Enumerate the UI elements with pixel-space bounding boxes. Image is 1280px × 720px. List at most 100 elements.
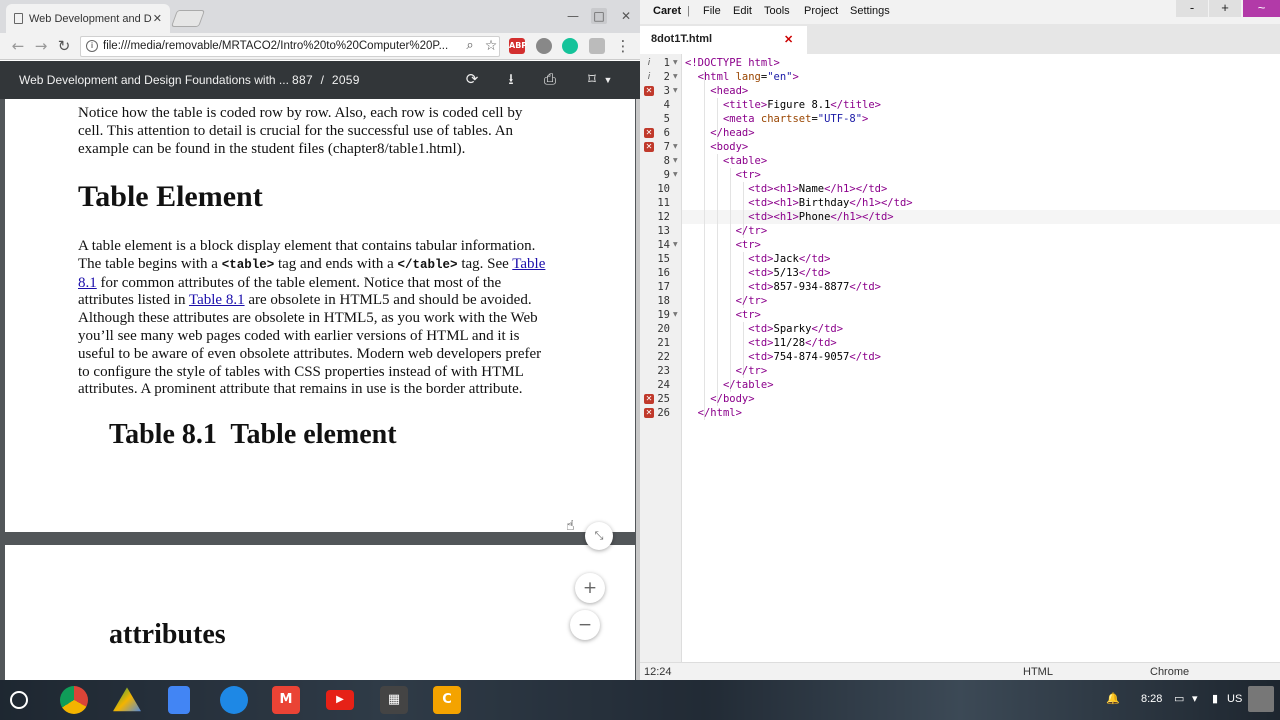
code-line[interactable]: <title>Figure 8.1</title> <box>685 98 881 112</box>
code-line[interactable]: </head> <box>685 126 754 140</box>
code-line[interactable]: </body> <box>685 392 754 406</box>
minimize-button[interactable]: - <box>1176 0 1208 17</box>
code-line[interactable]: <td>5/13</td> <box>685 266 830 280</box>
search-icon[interactable]: ⌕ <box>460 36 480 56</box>
error-icon[interactable]: ✕ <box>644 128 654 138</box>
syntax-mode[interactable]: HTML <box>1023 666 1053 678</box>
fold-arrow-icon[interactable]: ▼ <box>673 140 678 154</box>
fold-arrow-icon[interactable]: ▼ <box>673 84 678 98</box>
chrome-icon[interactable] <box>60 686 88 714</box>
pdf-toolbar: Web Development and Design Foundations w… <box>0 61 640 99</box>
code-line[interactable]: <td>11/28</td> <box>685 336 837 350</box>
fold-arrow-icon[interactable]: ▼ <box>673 308 678 322</box>
code-line[interactable]: <html lang="en"> <box>685 70 799 84</box>
back-icon[interactable]: ← <box>8 36 28 56</box>
preview-target[interactable]: Chrome <box>1150 666 1189 678</box>
bookmark-star-icon[interactable]: ☆ <box>481 36 501 56</box>
print-icon[interactable]: ⎙ <box>540 70 560 90</box>
fold-arrow-icon[interactable]: ▼ <box>673 56 678 70</box>
menu-edit[interactable]: Edit <box>733 5 752 17</box>
error-icon[interactable]: ✕ <box>644 408 654 418</box>
code-editor[interactable]: <!DOCTYPE html> <html lang="en"> <head> … <box>682 54 1280 662</box>
info-icon[interactable]: i <box>86 40 98 52</box>
forward-icon[interactable]: → <box>31 36 51 56</box>
menu-project[interactable]: Project <box>804 5 838 17</box>
fold-arrow-icon[interactable]: ▼ <box>673 154 678 168</box>
table-link[interactable]: Table <box>512 256 545 272</box>
code-line[interactable]: </tr> <box>685 224 768 238</box>
menu-tools[interactable]: Tools <box>764 5 790 17</box>
info-icon[interactable]: i <box>644 72 654 82</box>
code-line[interactable]: <table> <box>685 154 767 168</box>
new-tab-button[interactable] <box>170 10 206 27</box>
code-line[interactable]: <tr> <box>685 308 761 322</box>
error-icon[interactable]: ✕ <box>644 142 654 152</box>
screen-icon[interactable]: ▭ <box>1174 692 1184 705</box>
chevron-down-icon[interactable]: ▼ <box>598 70 618 90</box>
maximize-button[interactable]: □ <box>591 8 607 24</box>
close-window-button[interactable]: ~ <box>1243 0 1280 17</box>
close-window-button[interactable]: ✕ <box>618 8 634 24</box>
rotate-icon[interactable]: ⟳ <box>462 70 482 90</box>
code-line[interactable]: </table> <box>685 378 774 392</box>
page-current[interactable]: 887 <box>292 73 313 87</box>
code-line[interactable]: <td>Sparky</td> <box>685 322 843 336</box>
avatar[interactable] <box>1248 686 1274 712</box>
error-icon[interactable]: ✕ <box>644 394 654 404</box>
table-link[interactable]: 8.1 <box>78 275 97 291</box>
download-icon[interactable]: ⭳ <box>501 70 521 90</box>
docs-icon[interactable] <box>168 686 190 714</box>
menu-file[interactable]: File <box>703 5 721 17</box>
code-line[interactable]: <meta chartset="UTF-8"> <box>685 112 868 126</box>
code-line[interactable]: <!DOCTYPE html> <box>685 56 780 70</box>
youtube-icon[interactable]: ▶ <box>326 690 354 710</box>
code-line[interactable]: <td>Jack</td> <box>685 252 830 266</box>
close-icon[interactable]: ✕ <box>784 33 793 46</box>
caret-icon[interactable]: C <box>433 686 461 714</box>
code-line[interactable]: <td><h1>Phone</h1></td> <box>685 210 893 224</box>
error-icon[interactable]: ✕ <box>644 86 654 96</box>
video-icon[interactable]: ▦ <box>380 686 408 714</box>
code-line[interactable]: <td><h1>Name</h1></td> <box>685 182 887 196</box>
table-link[interactable]: Table 8.1 <box>189 292 245 308</box>
notification-icon[interactable]: 🔔 <box>1106 692 1120 705</box>
code-line[interactable]: <head> <box>685 84 748 98</box>
code-line[interactable]: <tr> <box>685 238 761 252</box>
info-icon[interactable]: i <box>644 58 654 68</box>
battery-icon[interactable]: ▮ <box>1212 692 1218 705</box>
code-line[interactable]: </tr> <box>685 364 768 378</box>
drive-icon[interactable] <box>113 687 141 712</box>
grammarly-icon[interactable] <box>562 38 578 54</box>
fit-page-button[interactable]: ⤡ <box>585 522 613 550</box>
extension-icon[interactable] <box>536 38 552 54</box>
zoom-out-button[interactable]: − <box>570 610 600 640</box>
menu-dots-icon[interactable]: ⋮ <box>613 36 633 56</box>
adblock-icon[interactable]: ABP <box>509 38 527 54</box>
minimize-button[interactable]: — <box>565 8 581 24</box>
fold-arrow-icon[interactable]: ▼ <box>673 70 678 84</box>
file-tab[interactable]: 8dot1T.html ✕ <box>640 26 807 54</box>
zoom-in-button[interactable]: + <box>575 573 605 603</box>
extension-icon[interactable] <box>589 38 605 54</box>
address-bar[interactable]: i file:///media/removable/MRTACO2/Intro%… <box>80 36 500 57</box>
files-icon[interactable] <box>220 686 248 714</box>
gmail-icon[interactable]: M <box>272 686 300 714</box>
close-icon[interactable]: ✕ <box>153 12 162 25</box>
menu-settings[interactable]: Settings <box>850 5 890 17</box>
launcher-icon[interactable] <box>10 691 28 709</box>
keyboard-locale[interactable]: US <box>1227 693 1242 705</box>
code-line[interactable]: <td>754-874-9057</td> <box>685 350 881 364</box>
code-line[interactable]: </html> <box>685 406 742 420</box>
fold-arrow-icon[interactable]: ▼ <box>673 168 678 182</box>
browser-tab[interactable]: Web Development and D ✕ <box>6 4 170 33</box>
code-line[interactable]: <body> <box>685 140 748 154</box>
clock[interactable]: 8:28 <box>1141 693 1162 705</box>
fold-arrow-icon[interactable]: ▼ <box>673 238 678 252</box>
code-line[interactable]: <td>857-934-8877</td> <box>685 280 881 294</box>
wifi-icon[interactable]: ▾ <box>1192 692 1198 705</box>
code-line[interactable]: <td><h1>Birthday</h1></td> <box>685 196 912 210</box>
reload-icon[interactable]: ↻ <box>54 36 74 56</box>
code-line[interactable]: <tr> <box>685 168 761 182</box>
maximize-button[interactable]: + <box>1209 0 1241 17</box>
code-line[interactable]: </tr> <box>685 294 768 308</box>
